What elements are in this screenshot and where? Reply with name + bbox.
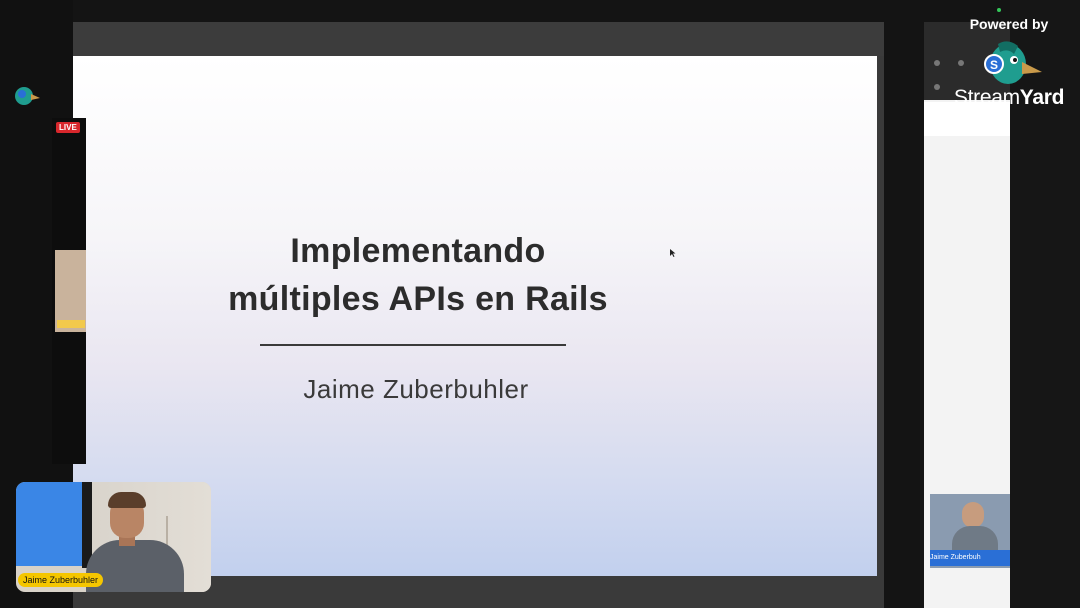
toolbar-dot-icon[interactable] — [934, 60, 940, 66]
toolbar-dot-icon[interactable] — [934, 84, 940, 90]
slide-divider — [260, 344, 566, 346]
participant-camera-label: Jaime Zuberbuh — [930, 550, 1010, 566]
streamyard-duck-logo-icon: S — [984, 41, 1042, 84]
wordmark-part-1: Stream — [953, 86, 1020, 109]
slide-title-line-1: Implementando — [290, 232, 546, 270]
presenter-name-label: Jaime Zuberbuhler — [18, 573, 104, 587]
streamyard-mini-logo-icon — [15, 87, 40, 105]
slide-title-line-2: múltiples APIs en Rails — [228, 280, 608, 318]
window-topbar — [73, 22, 884, 56]
svg-text:S: S — [990, 58, 998, 72]
streamyard-branding: Powered by S StreamYard — [944, 14, 1074, 114]
mouse-cursor-icon — [670, 249, 676, 257]
background-monitor — [16, 482, 82, 566]
presenter-hair — [108, 492, 146, 508]
slide-title: Implementando múltiples APIs en Rails — [73, 227, 763, 323]
wordmark-part-2: Yard — [1019, 86, 1065, 109]
live-badge: LIVE — [56, 122, 80, 133]
slide-author: Jaime Zuberbuhler — [303, 374, 529, 404]
status-dot-icon — [997, 8, 1001, 12]
side-camera-name-tag — [57, 320, 85, 328]
participant-head — [962, 502, 984, 528]
powered-by-text: Powered by — [969, 16, 1049, 32]
streamyard-wordmark: StreamYard — [944, 86, 1074, 110]
